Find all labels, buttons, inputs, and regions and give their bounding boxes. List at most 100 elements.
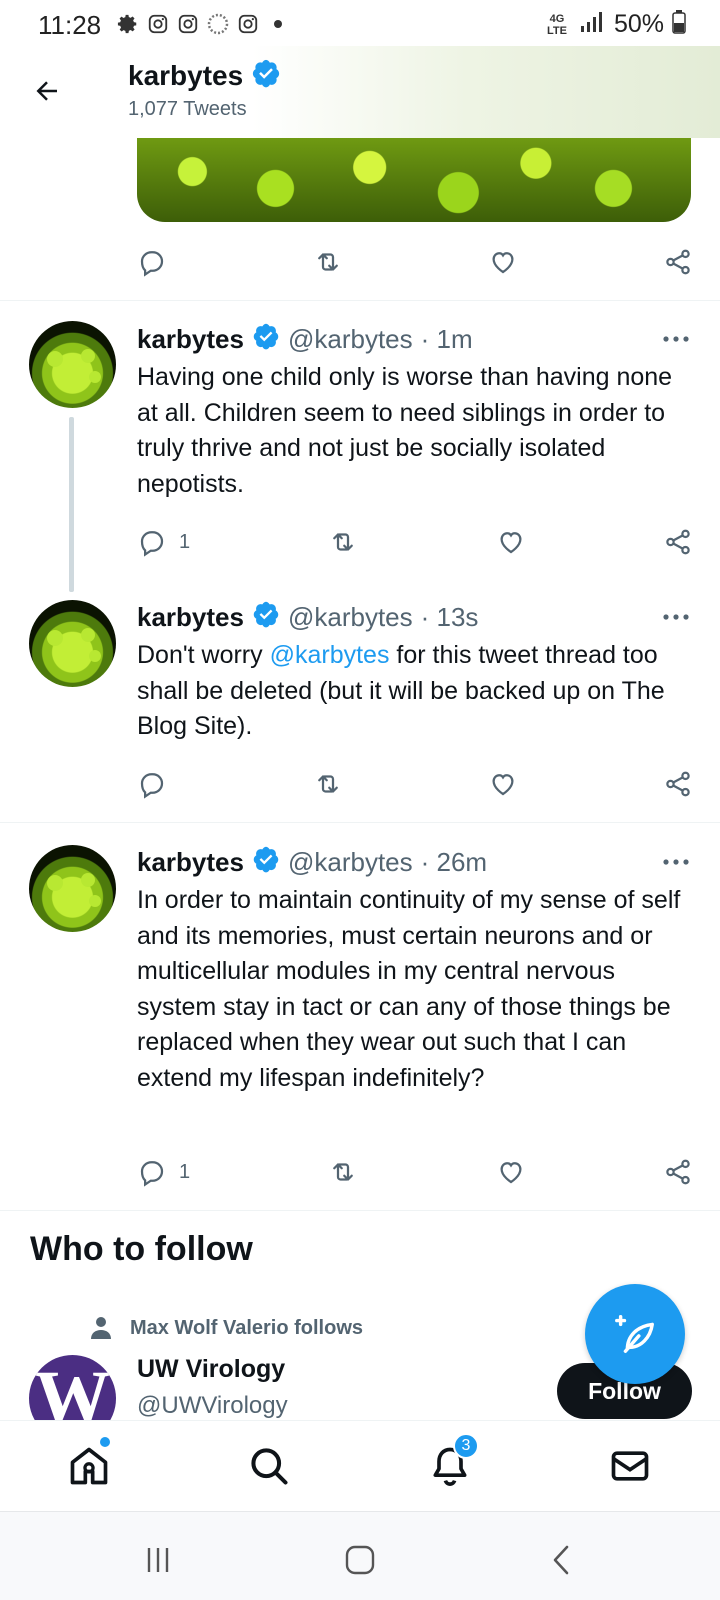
compose-feather-icon: [615, 1315, 654, 1353]
suggested-account-name[interactable]: UW Virology: [137, 1355, 285, 1384]
more-options-button[interactable]: [660, 607, 692, 627]
retweet-button[interactable]: [327, 1157, 359, 1187]
tweet-text: Having one child only is worse than havi…: [137, 363, 673, 498]
reply-button[interactable]: [137, 247, 167, 277]
mention-link[interactable]: @karbytes: [270, 641, 390, 669]
avatar[interactable]: [29, 845, 116, 932]
mail-icon: [611, 1451, 649, 1481]
divider: [0, 300, 720, 301]
reply-count: 1: [179, 1160, 191, 1183]
more-options-button[interactable]: [660, 329, 692, 349]
retweet-button[interactable]: [312, 769, 344, 799]
share-icon: [666, 1159, 690, 1185]
loading-icon: [206, 12, 230, 36]
heart-icon: [492, 774, 514, 796]
tweet-text-part: Don't worry: [137, 641, 270, 669]
tweet-handle: @karbytes: [287, 847, 413, 877]
home-square-icon: [345, 1545, 375, 1575]
profile-header: karbytes 1,077 Tweets: [0, 46, 720, 138]
status-time: 11:28: [38, 10, 102, 40]
battery-icon: [672, 10, 686, 39]
share-button[interactable]: [663, 527, 693, 557]
header-name: karbytes: [128, 59, 244, 91]
thread-line: [69, 417, 74, 592]
share-button[interactable]: [663, 1157, 693, 1187]
reply-icon: [140, 1161, 164, 1187]
notifications-badge: 3: [453, 1433, 479, 1459]
retweet-icon: [317, 775, 338, 793]
dot-icon: [266, 12, 290, 36]
tweet-header: karbytes @karbytes · 26m: [137, 845, 487, 880]
follow-context: Max Wolf Valerio follows: [90, 1316, 363, 1340]
nav-search[interactable]: [246, 1443, 292, 1489]
verified-badge-icon: [252, 600, 280, 635]
signal-icon: [580, 11, 606, 38]
reply-button[interactable]: 1: [137, 527, 190, 557]
verified-badge-icon: [251, 58, 281, 93]
home-system-button[interactable]: [340, 1542, 380, 1578]
tweet-count: 1,077 Tweets: [128, 98, 247, 120]
settings-icon: [116, 12, 140, 36]
tweet-actions: [137, 242, 693, 282]
tweet-time: · 1m: [420, 324, 473, 354]
compose-tweet-button[interactable]: [585, 1284, 685, 1384]
retweet-button[interactable]: [327, 527, 359, 557]
instagram-icon: [146, 12, 170, 36]
reply-button[interactable]: [137, 769, 167, 799]
follow-context-text: Max Wolf Valerio follows: [130, 1316, 364, 1339]
home-icon: [70, 1447, 108, 1485]
suggested-account-handle: @UWVirology: [137, 1392, 288, 1419]
tweet-handle: @karbytes: [287, 324, 413, 354]
like-button[interactable]: [488, 247, 518, 277]
nav-home[interactable]: [66, 1437, 112, 1489]
bottom-navigation: 3: [0, 1420, 720, 1510]
header-name-row: karbytes: [128, 58, 281, 93]
tweet-author-name[interactable]: karbytes: [137, 324, 244, 355]
status-notification-icons: [116, 12, 290, 36]
reply-button[interactable]: 1: [137, 1157, 190, 1187]
avatar[interactable]: [29, 600, 116, 687]
reply-count: 1: [179, 530, 191, 553]
more-options-button[interactable]: [660, 852, 692, 872]
search-icon: [251, 1448, 288, 1485]
more-icon: [663, 859, 689, 865]
like-button[interactable]: [496, 527, 526, 557]
nav-messages[interactable]: [607, 1443, 653, 1489]
tweet-actions: 1: [137, 1152, 693, 1192]
divider: [0, 822, 720, 823]
back-system-button[interactable]: [541, 1542, 581, 1578]
tweet-author-name[interactable]: karbytes: [137, 847, 244, 878]
tweet-author-name[interactable]: karbytes: [137, 602, 244, 633]
back-button[interactable]: [28, 72, 66, 110]
verified-badge-icon: [252, 322, 280, 357]
home-new-dot: [100, 1437, 110, 1447]
avatar[interactable]: [29, 321, 116, 408]
battery-percent: 50%: [613, 10, 664, 38]
heart-icon: [492, 252, 514, 274]
like-button[interactable]: [488, 769, 518, 799]
retweet-icon: [317, 253, 338, 271]
nav-notifications[interactable]: 3: [427, 1433, 479, 1489]
share-icon: [666, 529, 690, 555]
chevron-left-icon: [553, 1545, 569, 1575]
reply-icon: [140, 531, 164, 557]
back-arrow-icon: [36, 81, 57, 101]
reply-icon: [140, 251, 164, 277]
recent-apps-button[interactable]: [138, 1542, 178, 1578]
tweet-actions: [137, 764, 693, 804]
tweet-actions: 1: [137, 522, 693, 562]
more-icon: [663, 336, 689, 342]
tweet-header: karbytes @karbytes · 1m: [137, 322, 473, 357]
more-icon: [663, 614, 689, 620]
tweet-media-image[interactable]: [137, 138, 691, 222]
like-button[interactable]: [496, 1157, 526, 1187]
retweet-button[interactable]: [312, 247, 344, 277]
share-icon: [666, 249, 690, 275]
share-button[interactable]: [663, 247, 693, 277]
retweet-icon: [333, 533, 353, 551]
retweet-icon: [333, 1163, 353, 1181]
system-navigation-bar: [0, 1511, 720, 1600]
divider: [0, 1210, 720, 1211]
share-button[interactable]: [663, 769, 693, 799]
reply-icon: [140, 773, 164, 799]
